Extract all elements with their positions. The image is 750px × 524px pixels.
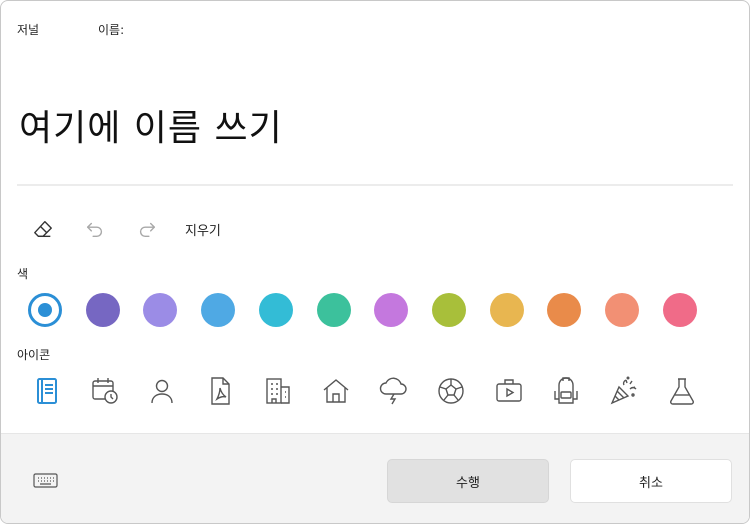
color-swatch-4[interactable] [201, 293, 236, 327]
undo-icon [86, 222, 103, 238]
redo-icon [139, 222, 156, 238]
color-swatch-8[interactable] [431, 293, 466, 327]
home-icon [323, 379, 348, 403]
icon-option-soccer-ball[interactable] [433, 373, 469, 409]
icon-option-person[interactable] [144, 373, 180, 409]
party-popper-icon [610, 376, 637, 405]
journal-dialog: 저널 이름: 여기에 이름 쓰기 지우기 색 아이콘 수행 취소 [0, 0, 750, 524]
redo-button[interactable] [133, 213, 161, 245]
color-swatch-1[interactable] [28, 293, 62, 327]
icon-option-party-popper[interactable] [606, 373, 642, 409]
color-swatch-6[interactable] [316, 293, 351, 327]
storm-cloud-icon [380, 377, 407, 405]
icon-option-building[interactable] [260, 373, 296, 409]
cancel-button[interactable]: 취소 [570, 459, 732, 503]
building-icon [266, 378, 290, 404]
name-label: 이름: [98, 23, 125, 37]
suitcase-video-icon [495, 379, 522, 402]
calendar-clock-icon [91, 378, 118, 404]
dialog-footer: 수행 취소 [1, 433, 749, 523]
color-section-label: 색 [17, 267, 29, 281]
keyboard-icon [33, 473, 58, 488]
icon-option-suitcase-video[interactable] [491, 373, 527, 409]
icon-option-backpack[interactable] [548, 373, 584, 409]
icon-option-flask[interactable] [664, 373, 700, 409]
icon-option-pdf-document[interactable] [202, 373, 238, 409]
flask-icon [669, 378, 694, 405]
icon-option-calendar-clock[interactable] [87, 373, 123, 409]
icon-section-label: 아이콘 [17, 348, 51, 362]
ok-button[interactable]: 수행 [387, 459, 549, 503]
notebook-icon [37, 378, 57, 404]
color-swatch-7[interactable] [374, 293, 409, 327]
color-swatch-11[interactable] [605, 293, 639, 327]
icon-option-storm-cloud[interactable] [375, 373, 411, 409]
person-icon [151, 379, 174, 404]
color-swatch-5[interactable] [258, 293, 293, 327]
clear-button[interactable]: 지우기 [185, 220, 221, 239]
color-swatch-2[interactable] [85, 293, 120, 327]
notebook-type-label: 저널 [17, 23, 40, 37]
icon-option-notebook[interactable] [29, 373, 65, 409]
color-swatch-9[interactable] [489, 293, 524, 327]
eraser-icon [34, 220, 52, 238]
name-input[interactable]: 여기에 이름 쓰기 [19, 99, 283, 151]
undo-button[interactable] [81, 213, 109, 245]
color-swatch-3[interactable] [143, 293, 178, 327]
color-swatch-10[interactable] [547, 293, 582, 327]
color-swatch-12[interactable] [662, 293, 697, 327]
eraser-button[interactable] [29, 213, 57, 245]
header-row: 저널 이름: [17, 21, 124, 38]
backpack-icon [554, 377, 578, 404]
pdf-document-icon [211, 377, 230, 405]
soccer-ball-icon [438, 378, 464, 404]
keyboard-button[interactable] [32, 470, 60, 490]
icon-option-home[interactable] [318, 373, 354, 409]
divider [17, 184, 733, 186]
